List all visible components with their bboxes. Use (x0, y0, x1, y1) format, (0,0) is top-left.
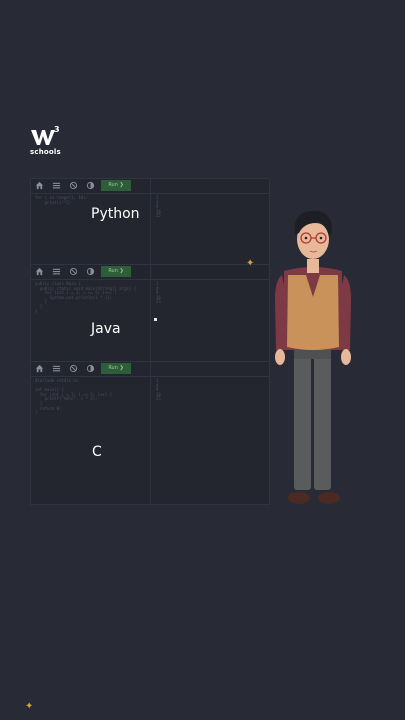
sparkle-icon: ✦ (25, 701, 34, 712)
run-button[interactable]: Run ❯ (101, 363, 131, 374)
editor-divider (150, 179, 151, 267)
theme-icon[interactable] (69, 364, 78, 373)
theme-icon[interactable] (69, 267, 78, 276)
run-button[interactable]: Run ❯ (101, 180, 131, 191)
logo-superscript: 3 (54, 125, 60, 134)
contrast-icon[interactable] (86, 181, 95, 190)
menu-icon[interactable] (52, 364, 61, 373)
home-icon[interactable] (35, 267, 44, 276)
output-area: 1 4 9 16 25 (156, 378, 161, 402)
w3schools-logo: 3 schools (30, 125, 70, 158)
run-button[interactable]: Run ❯ (101, 266, 131, 277)
menu-icon[interactable] (52, 267, 61, 276)
cursor-dot (154, 318, 157, 321)
logo-wordmark: schools (30, 148, 61, 156)
w3schools-logo-icon (31, 130, 55, 145)
code-editor-java: Run ❯ public class Main { public static … (30, 264, 270, 362)
language-label-java: Java (91, 321, 121, 337)
code-editor-c: Run ❯ #include <stdio.h> int main() { fo… (30, 361, 270, 505)
code-editor-python: Run ❯ for i in range(1, 10): print(i**2)… (30, 178, 270, 268)
editor-divider (150, 362, 151, 504)
contrast-icon[interactable] (86, 364, 95, 373)
code-area[interactable]: #include <stdio.h> int main() { for (int… (35, 378, 112, 416)
home-icon[interactable] (35, 364, 44, 373)
output-area: 1 4 9 16 25 (156, 195, 161, 219)
theme-icon[interactable] (69, 181, 78, 190)
code-area[interactable]: for i in range(1, 10): print(i**2) (35, 195, 88, 205)
menu-icon[interactable] (52, 181, 61, 190)
output-area: 1 4 9 16 25 (156, 281, 161, 305)
home-icon[interactable] (35, 181, 44, 190)
teacher-character (275, 210, 351, 504)
contrast-icon[interactable] (86, 267, 95, 276)
sparkle-icon: ✦ (246, 258, 255, 269)
editor-divider (150, 265, 151, 361)
code-area[interactable]: public class Main { public static void m… (35, 281, 136, 314)
language-label-c: C (92, 444, 102, 460)
language-label-python: Python (91, 206, 140, 222)
